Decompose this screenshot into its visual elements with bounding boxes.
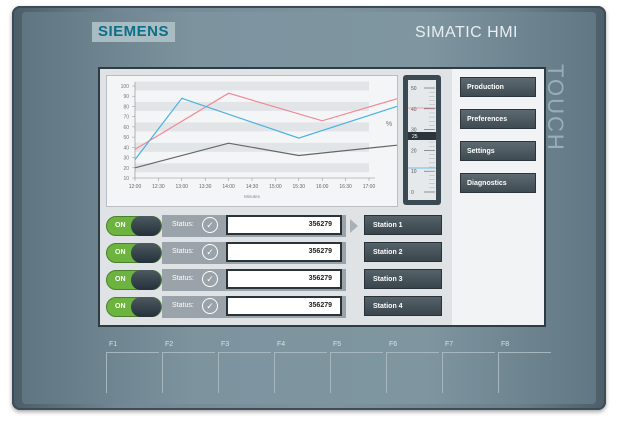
toggle-knob[interactable] xyxy=(131,243,161,263)
station-button[interactable]: Station 1 xyxy=(364,215,442,235)
grid-band xyxy=(135,163,369,173)
check-icon: ✓ xyxy=(202,298,218,314)
function-key[interactable]: F4 xyxy=(274,341,327,393)
toggle-knob[interactable] xyxy=(131,270,161,290)
check-icon: ✓ xyxy=(202,244,218,260)
station-row-1: ON Status: ✓ 356279 Station 1 xyxy=(106,215,450,237)
nav-panel: Production Preferences Settings Diagnost… xyxy=(452,69,544,325)
y-axis-label: % xyxy=(386,121,392,128)
y-tick-label: 40 xyxy=(123,145,129,151)
function-key[interactable]: F7 xyxy=(442,341,495,393)
status-label: Status: xyxy=(172,221,194,228)
y-tick-label: 90 xyxy=(123,94,129,100)
nav-settings[interactable]: Settings xyxy=(460,141,536,161)
toggle-switch[interactable]: ON xyxy=(106,297,162,317)
nav-diagnostics[interactable]: Diagnostics xyxy=(460,173,536,193)
x-tick-label: 12:00 xyxy=(129,184,142,190)
fkey-label: F5 xyxy=(333,341,342,348)
check-icon: ✓ xyxy=(202,271,218,287)
series-line xyxy=(134,92,416,150)
function-key[interactable]: F3 xyxy=(218,341,271,393)
fkey-label: F3 xyxy=(221,341,230,348)
toggle-label: ON xyxy=(115,249,126,256)
toggle-label: ON xyxy=(115,303,126,310)
gauge-tick-label: 10 xyxy=(411,169,417,175)
hmi-screen: 100 90 80 70 60 50 40 30 20 10 12:00 12:30 13:00 13:3… xyxy=(98,67,546,327)
grid-band xyxy=(135,81,369,91)
brand-logo: SIEMENS xyxy=(92,22,176,42)
station-row-3: ON Status: ✓ 356279 Station 3 xyxy=(106,269,450,291)
station-button[interactable]: Station 4 xyxy=(364,296,442,316)
value-field[interactable]: 356279 xyxy=(226,242,342,262)
x-tick-label: 12:30 xyxy=(152,184,165,190)
fkey-label: F4 xyxy=(277,341,286,348)
toggle-switch[interactable]: ON xyxy=(106,243,162,263)
x-tick-label: 16:30 xyxy=(339,184,352,190)
station-button[interactable]: Station 2 xyxy=(364,242,442,262)
fkey-label: F8 xyxy=(501,341,510,348)
station-row-2: ON Status: ✓ 356279 Station 2 xyxy=(106,242,450,264)
status-label: Status: xyxy=(172,302,194,309)
toggle-knob[interactable] xyxy=(131,216,161,236)
x-axis-label: Minutes xyxy=(244,194,261,199)
y-tick-label: 20 xyxy=(123,166,129,172)
function-key[interactable]: F2 xyxy=(162,341,215,393)
toggle-switch[interactable]: ON xyxy=(106,216,162,236)
y-tick-label: 80 xyxy=(123,104,129,110)
function-key[interactable]: F1 xyxy=(106,341,159,393)
function-key[interactable]: F5 xyxy=(330,341,383,393)
fkey-label: F6 xyxy=(389,341,398,348)
gauge-tick-label: 0 xyxy=(411,190,414,196)
y-tick-label: 60 xyxy=(123,125,129,131)
x-tick-label: 14:30 xyxy=(246,184,259,190)
grid-band xyxy=(135,101,369,111)
value-field[interactable]: 356279 xyxy=(226,296,342,316)
nav-preferences[interactable]: Preferences xyxy=(460,109,536,129)
y-tick-label: 10 xyxy=(123,176,129,182)
trend-chart: 100 90 80 70 60 50 40 30 20 10 12:00 12:30 13:00 13:3… xyxy=(106,75,416,207)
gauge-tick-label: 20 xyxy=(411,148,417,154)
product-title: SIMATIC HMI xyxy=(415,24,518,41)
x-tick-label: 15:30 xyxy=(293,184,306,190)
y-tick-label: 70 xyxy=(123,115,129,121)
y-tick-label: 100 xyxy=(121,84,130,90)
y-tick-label: 50 xyxy=(123,135,129,141)
y-tick-label: 30 xyxy=(123,156,129,162)
station-button[interactable]: Station 3 xyxy=(364,269,442,289)
x-tick-label: 17:00 xyxy=(363,184,376,190)
nav-production[interactable]: Production xyxy=(460,77,536,97)
status-label: Status: xyxy=(172,275,194,282)
x-tick-label: 16:00 xyxy=(316,184,329,190)
gauge-scale: 50 40 30 20 10 0 25 xyxy=(408,80,436,200)
level-gauge: 50 40 30 20 10 0 25 xyxy=(403,75,441,205)
check-icon: ✓ xyxy=(202,217,218,233)
station-row-4: ON Status: ✓ 356279 Station 4 xyxy=(106,296,450,318)
x-tick-label: 14:00 xyxy=(222,184,235,190)
toggle-label: ON xyxy=(115,222,126,229)
fkey-label: F1 xyxy=(109,341,118,348)
gauge-tick-label: 50 xyxy=(411,86,417,92)
value-field[interactable]: 356279 xyxy=(226,215,342,235)
gauge-level-label: 25 xyxy=(412,134,418,140)
fkey-label: F2 xyxy=(165,341,174,348)
x-tick-label: 15:00 xyxy=(269,184,282,190)
x-tick-label: 13:30 xyxy=(199,184,212,190)
arrow-icon xyxy=(350,219,358,233)
trend-chart-svg: 10090807060504030201012:00 12:30 13:00 13:3… xyxy=(121,81,416,199)
hmi-device: SIEMENS SIMATIC HMI TOUCH 100 90 80 70 60 50 4… xyxy=(12,6,606,410)
value-field[interactable]: 356279 xyxy=(226,269,342,289)
toggle-label: ON xyxy=(115,276,126,283)
function-key[interactable]: F6 xyxy=(386,341,439,393)
gauge-svg: 5040302010025 xyxy=(408,86,436,196)
fkey-label: F7 xyxy=(445,341,454,348)
status-label: Status: xyxy=(172,248,194,255)
x-tick-label: 13:00 xyxy=(176,184,189,190)
toggle-knob[interactable] xyxy=(131,297,161,317)
function-keys: F1 F2 F3 F4 F5 F6 F7 F8 xyxy=(106,341,551,394)
function-key[interactable]: F8 xyxy=(498,341,551,393)
toggle-switch[interactable]: ON xyxy=(106,270,162,290)
touch-label: TOUCH xyxy=(543,64,568,152)
